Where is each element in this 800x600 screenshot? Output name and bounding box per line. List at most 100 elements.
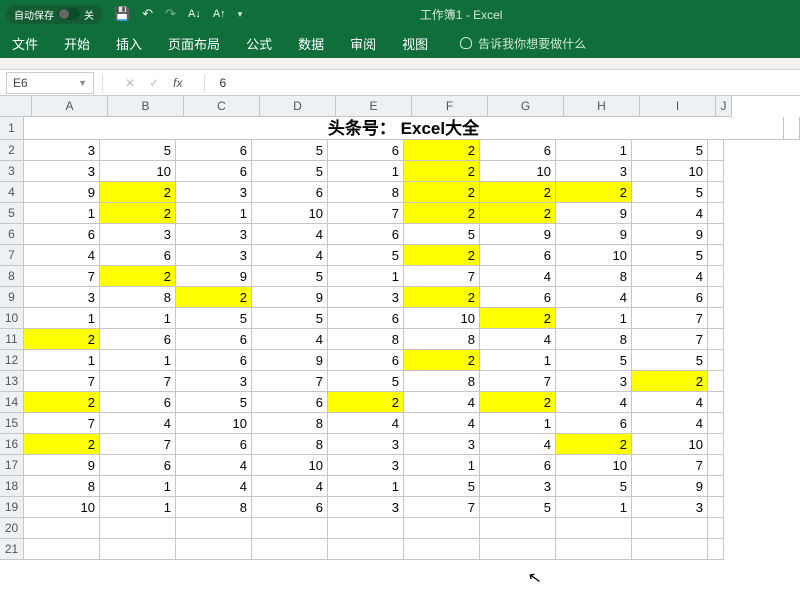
cell[interactable]: 2 <box>480 308 556 329</box>
cell[interactable]: 3 <box>328 434 404 455</box>
cell[interactable] <box>708 287 724 308</box>
cell[interactable] <box>708 182 724 203</box>
cell[interactable]: 4 <box>632 203 708 224</box>
row-header-5[interactable]: 5 <box>0 203 24 224</box>
cell[interactable]: 5 <box>556 350 632 371</box>
cell[interactable] <box>404 518 480 539</box>
cell[interactable] <box>632 518 708 539</box>
tell-me-search[interactable]: 告诉我你想要做什么 <box>460 35 586 52</box>
cell[interactable] <box>100 539 176 560</box>
cell[interactable] <box>708 350 724 371</box>
cell[interactable] <box>784 117 800 140</box>
cell[interactable]: 2 <box>556 434 632 455</box>
tab-审阅[interactable]: 审阅 <box>348 30 378 57</box>
cell[interactable]: 7 <box>100 434 176 455</box>
cell[interactable]: 7 <box>632 329 708 350</box>
cell[interactable]: 1 <box>556 308 632 329</box>
cell[interactable]: 8 <box>100 287 176 308</box>
cell[interactable]: 1 <box>556 497 632 518</box>
cell[interactable]: 2 <box>404 287 480 308</box>
cell[interactable]: 3 <box>556 371 632 392</box>
cell[interactable]: 3 <box>100 224 176 245</box>
cell[interactable]: 6 <box>328 140 404 161</box>
row-header-8[interactable]: 8 <box>0 266 24 287</box>
cell[interactable]: 1 <box>404 455 480 476</box>
cell[interactable] <box>252 539 328 560</box>
col-header-G[interactable]: G <box>488 96 564 117</box>
row-header-7[interactable]: 7 <box>0 245 24 266</box>
cell[interactable]: 4 <box>24 245 100 266</box>
cell[interactable] <box>708 413 724 434</box>
cell[interactable]: 6 <box>480 287 556 308</box>
col-header-J[interactable]: J <box>716 96 732 117</box>
cell[interactable]: 3 <box>24 287 100 308</box>
row-header-14[interactable]: 14 <box>0 392 24 413</box>
cell[interactable]: 3 <box>480 476 556 497</box>
cell[interactable]: 3 <box>176 182 252 203</box>
cell[interactable]: 6 <box>480 245 556 266</box>
cell[interactable]: 5 <box>252 161 328 182</box>
cell[interactable]: 4 <box>632 392 708 413</box>
cell[interactable]: 4 <box>100 413 176 434</box>
cell[interactable] <box>328 518 404 539</box>
cell[interactable]: 7 <box>252 371 328 392</box>
col-header-D[interactable]: D <box>260 96 336 117</box>
cell[interactable]: 4 <box>404 392 480 413</box>
cell[interactable]: 9 <box>632 224 708 245</box>
cell[interactable]: 6 <box>328 308 404 329</box>
tab-页面布局[interactable]: 页面布局 <box>166 30 222 57</box>
sheet-title[interactable]: 头条号： Excel大全 <box>24 117 784 140</box>
col-header-B[interactable]: B <box>108 96 184 117</box>
cell[interactable]: 7 <box>328 203 404 224</box>
cell[interactable]: 2 <box>404 350 480 371</box>
tab-插入[interactable]: 插入 <box>114 30 144 57</box>
cell[interactable]: 2 <box>632 371 708 392</box>
row-header-6[interactable]: 6 <box>0 224 24 245</box>
cell[interactable] <box>252 518 328 539</box>
cell[interactable]: 8 <box>252 413 328 434</box>
row-header-10[interactable]: 10 <box>0 308 24 329</box>
cell[interactable]: 3 <box>404 434 480 455</box>
cell[interactable]: 8 <box>328 329 404 350</box>
cell[interactable]: 1 <box>100 476 176 497</box>
cell[interactable] <box>480 518 556 539</box>
cell[interactable] <box>176 518 252 539</box>
cell[interactable]: 6 <box>176 161 252 182</box>
cell[interactable]: 3 <box>24 161 100 182</box>
cell[interactable]: 1 <box>556 140 632 161</box>
cell[interactable]: 7 <box>632 308 708 329</box>
cell[interactable] <box>24 518 100 539</box>
cell[interactable]: 7 <box>480 371 556 392</box>
row-header-3[interactable]: 3 <box>0 161 24 182</box>
cell[interactable]: 6 <box>176 434 252 455</box>
spreadsheet-grid[interactable]: ABCDEFGHIJ 12345678910111213141516171819… <box>0 96 800 560</box>
cell[interactable]: 4 <box>480 434 556 455</box>
row-header-9[interactable]: 9 <box>0 287 24 308</box>
cell[interactable]: 3 <box>328 287 404 308</box>
tab-文件[interactable]: 文件 <box>10 30 40 57</box>
sort-asc-icon[interactable]: A↓ <box>188 8 201 20</box>
cell[interactable]: 10 <box>100 161 176 182</box>
confirm-icon[interactable]: ✓ <box>149 76 159 90</box>
cell[interactable]: 6 <box>328 224 404 245</box>
cell[interactable] <box>480 539 556 560</box>
cell[interactable]: 6 <box>176 140 252 161</box>
col-header-C[interactable]: C <box>184 96 260 117</box>
cell[interactable] <box>328 539 404 560</box>
cell[interactable]: 8 <box>404 371 480 392</box>
cell[interactable]: 9 <box>176 266 252 287</box>
redo-icon[interactable]: ↷ <box>165 6 176 22</box>
cell[interactable]: 9 <box>480 224 556 245</box>
cell[interactable] <box>632 539 708 560</box>
cell[interactable]: 4 <box>176 476 252 497</box>
tab-数据[interactable]: 数据 <box>296 30 326 57</box>
row-header-1[interactable]: 1 <box>0 117 24 140</box>
cell[interactable] <box>24 539 100 560</box>
cell[interactable]: 2 <box>24 434 100 455</box>
cell[interactable]: 1 <box>24 350 100 371</box>
cell[interactable]: 3 <box>176 245 252 266</box>
row-header-17[interactable]: 17 <box>0 455 24 476</box>
cell[interactable] <box>708 245 724 266</box>
cell[interactable]: 5 <box>404 476 480 497</box>
cell[interactable]: 2 <box>328 392 404 413</box>
